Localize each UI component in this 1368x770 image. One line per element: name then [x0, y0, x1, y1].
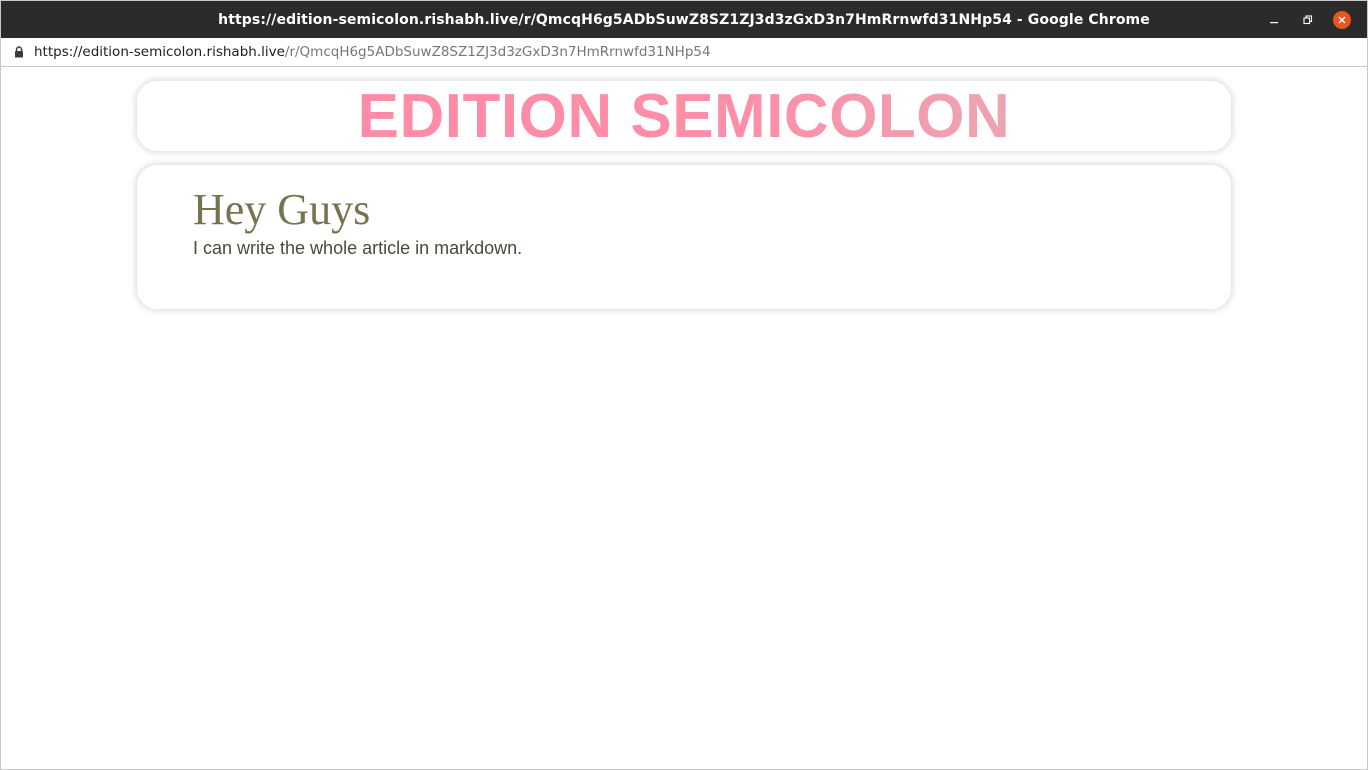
browser-window: https://edition-semicolon.rishabh.live/r…: [0, 0, 1368, 770]
address-bar[interactable]: https://edition-semicolon.rishabh.live/r…: [1, 38, 1367, 67]
window-controls: [1257, 1, 1359, 38]
article-body: I can write the whole article in markdow…: [193, 238, 523, 258]
restore-button[interactable]: [1291, 1, 1325, 38]
page-content: EDITION SEMICOLON Hey Guys I can write t…: [1, 67, 1367, 769]
url-host: https://edition-semicolon.rishabh.live: [34, 44, 285, 60]
close-icon: [1333, 10, 1351, 29]
article-card: Hey Guys I can write the whole article i…: [137, 165, 1231, 309]
window-title: https://edition-semicolon.rishabh.live/r…: [218, 12, 1150, 28]
article-title: Hey Guys: [193, 185, 371, 234]
close-button[interactable]: [1325, 1, 1359, 38]
title-bar: https://edition-semicolon.rishabh.live/r…: [1, 1, 1367, 38]
site-brand[interactable]: EDITION SEMICOLON: [137, 83, 1231, 151]
url-text[interactable]: https://edition-semicolon.rishabh.live/r…: [34, 44, 711, 60]
header-card: EDITION SEMICOLON: [137, 81, 1231, 151]
minimize-button[interactable]: [1257, 1, 1291, 38]
minimize-icon: [1269, 15, 1279, 25]
restore-icon: [1303, 14, 1313, 25]
lock-icon[interactable]: [13, 45, 25, 59]
url-path: /r/QmcqH6g5ADbSuwZ8SZ1ZJ3d3zGxD3n7HmRrnw…: [284, 44, 711, 60]
